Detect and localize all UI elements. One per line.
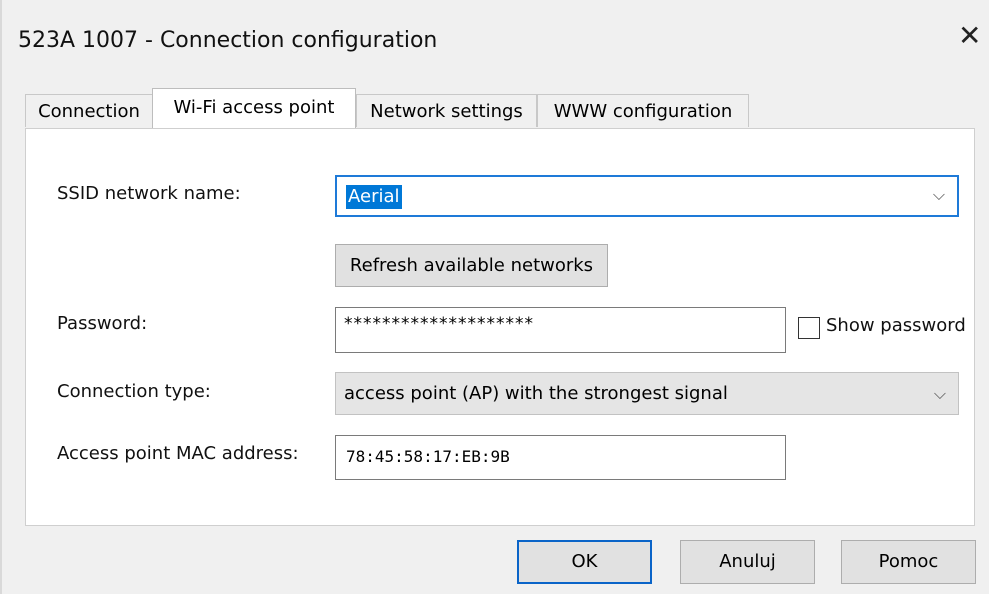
ssid-label: SSID network name: bbox=[57, 183, 241, 204]
window-edge bbox=[0, 0, 2, 594]
window-title: 523A 1007 - Connection configuration bbox=[18, 28, 438, 53]
help-button[interactable]: Pomoc bbox=[841, 540, 976, 584]
show-password-label[interactable]: Show password bbox=[826, 315, 976, 336]
ssid-value[interactable]: Aerial bbox=[346, 185, 402, 209]
password-field[interactable]: ******************** bbox=[335, 307, 786, 353]
chevron-down-icon[interactable]: ⌵ bbox=[934, 373, 946, 414]
tab-wifi-access-point[interactable]: Wi-Fi access point bbox=[152, 88, 356, 128]
close-icon[interactable]: ✕ bbox=[958, 22, 981, 50]
tab-connection[interactable]: Connection bbox=[25, 94, 153, 127]
mac-address-label: Access point MAC address: bbox=[57, 443, 299, 464]
connection-type-value: access point (AP) with the strongest sig… bbox=[344, 383, 728, 404]
refresh-networks-button[interactable]: Refresh available networks bbox=[335, 244, 608, 287]
show-password-checkbox[interactable] bbox=[798, 317, 820, 339]
mac-address-field[interactable]: 78:45:58:17:EB:9B bbox=[335, 435, 786, 480]
password-label: Password: bbox=[57, 313, 148, 334]
ssid-combobox[interactable]: Aerial ⌵ bbox=[335, 175, 959, 217]
tab-network-settings[interactable]: Network settings bbox=[356, 94, 537, 127]
chevron-down-icon[interactable]: ⌵ bbox=[933, 185, 945, 205]
ok-button[interactable]: OK bbox=[517, 540, 652, 584]
connection-type-select[interactable]: access point (AP) with the strongest sig… bbox=[335, 372, 959, 415]
connection-type-label: Connection type: bbox=[57, 381, 211, 402]
tab-www-configuration[interactable]: WWW configuration bbox=[537, 94, 749, 127]
cancel-button[interactable]: Anuluj bbox=[680, 540, 815, 584]
